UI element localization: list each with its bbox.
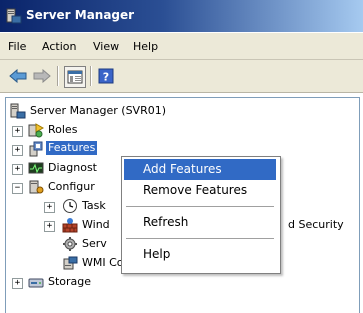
- menu-action[interactable]: Action: [42, 40, 76, 53]
- context-menu-item-label: Refresh: [143, 215, 189, 229]
- collapse-icon[interactable]: −: [12, 183, 23, 194]
- tree-label-diagnostics: Diagnost: [48, 161, 97, 174]
- server-manager-icon: [6, 8, 22, 24]
- context-menu-item-label: Help: [143, 247, 171, 261]
- tree-node-roles[interactable]: + Roles: [10, 122, 210, 140]
- menu-file[interactable]: File: [8, 40, 26, 53]
- storage-icon: [28, 274, 44, 290]
- tree-label-configuration: Configur: [48, 180, 95, 193]
- features-icon: [28, 141, 44, 157]
- tree-label-services: Serv: [82, 237, 107, 250]
- svg-text:?: ?: [103, 71, 109, 84]
- context-menu-item-label: Remove Features: [143, 183, 248, 197]
- server-manager-window: Server Manager File Action View Help ? S…: [0, 0, 363, 313]
- toolbar-separator: [57, 66, 59, 86]
- context-menu-add-features[interactable]: Add Features: [124, 159, 276, 180]
- expand-icon[interactable]: +: [44, 202, 55, 213]
- expand-icon[interactable]: +: [12, 126, 23, 137]
- menu-help[interactable]: Help: [133, 40, 158, 53]
- toolbar: ?: [0, 60, 363, 93]
- expand-icon[interactable]: +: [12, 164, 23, 175]
- tree-label-roles: Roles: [48, 123, 78, 136]
- tree-label-features: Features: [44, 140, 99, 156]
- title-bar[interactable]: Server Manager: [0, 0, 363, 32]
- tree-label-windows-firewall: Wind: [82, 218, 110, 231]
- firewall-icon: [62, 217, 78, 233]
- diagnostics-icon: [28, 160, 44, 176]
- back-arrow-icon[interactable]: [8, 66, 28, 86]
- wmi-control-icon: [62, 255, 78, 271]
- tree-node-root[interactable]: Server Manager (SVR01): [10, 103, 310, 121]
- context-menu-separator: [126, 206, 274, 208]
- services-gear-icon: [62, 236, 78, 252]
- configuration-icon: [28, 179, 44, 195]
- tree-label-windows-firewall-suffix: d Security: [288, 218, 344, 231]
- expand-icon[interactable]: +: [44, 221, 55, 232]
- clock-icon: [62, 198, 78, 214]
- tree-label-task-scheduler: Task: [82, 199, 106, 212]
- toolbar-separator: [90, 66, 92, 86]
- menu-bar: File Action View Help: [0, 33, 363, 60]
- context-menu-separator: [126, 238, 274, 240]
- context-menu-remove-features[interactable]: Remove Features: [124, 180, 276, 201]
- context-menu-item-label: Add Features: [143, 162, 222, 176]
- context-menu-help[interactable]: Help: [124, 244, 276, 265]
- server-icon: [10, 103, 26, 119]
- help-icon[interactable]: ?: [96, 66, 116, 86]
- menu-view[interactable]: View: [93, 40, 119, 53]
- expand-icon[interactable]: +: [12, 145, 23, 156]
- window-title: Server Manager: [26, 8, 135, 22]
- forward-arrow-icon[interactable]: [32, 66, 52, 86]
- tree-label-root: Server Manager (SVR01): [30, 104, 167, 117]
- tree-node-storage[interactable]: + Storage: [10, 274, 210, 292]
- tree-label-storage: Storage: [48, 275, 92, 288]
- show-hide-console-tree-icon[interactable]: [64, 66, 86, 88]
- expand-icon[interactable]: +: [12, 278, 23, 289]
- context-menu: Add Features Remove Features Refresh Hel…: [121, 156, 281, 274]
- roles-icon: [28, 122, 45, 138]
- context-menu-refresh[interactable]: Refresh: [124, 212, 276, 233]
